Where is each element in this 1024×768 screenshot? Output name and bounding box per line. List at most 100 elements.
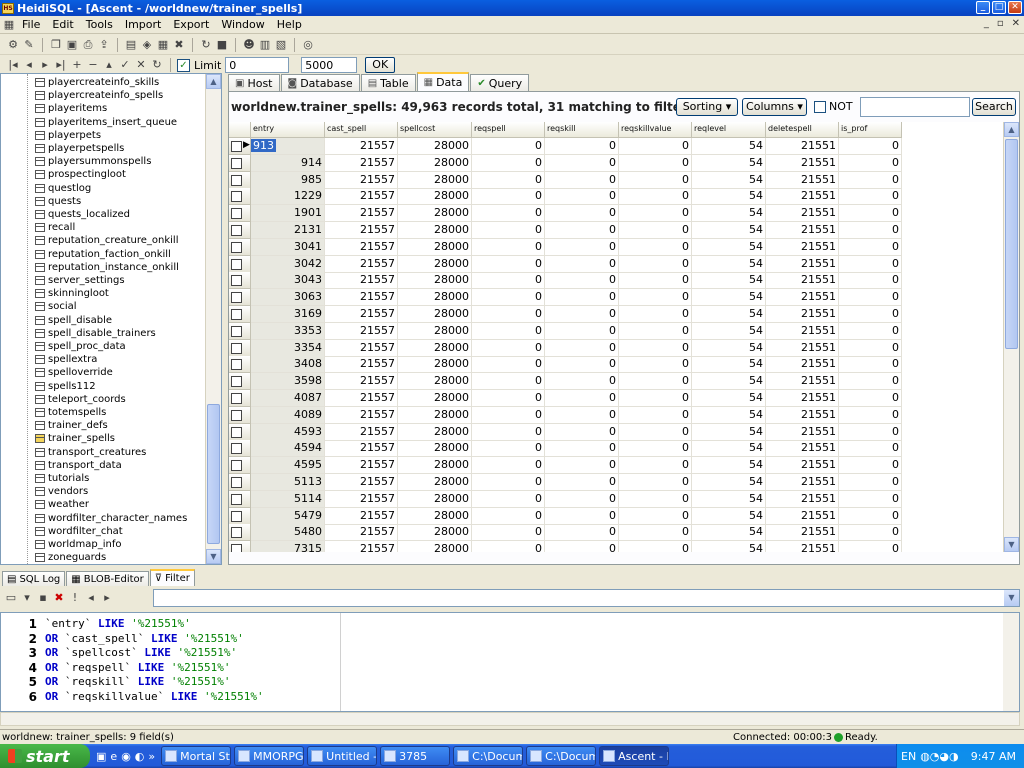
grid-cell[interactable]: 0: [619, 222, 692, 239]
grid-cell[interactable]: 0: [545, 373, 619, 391]
row-checkbox[interactable]: [231, 191, 242, 203]
grid-cell[interactable]: 21551: [766, 356, 839, 374]
tree-item[interactable]: playeritems: [35, 102, 107, 115]
grid-cell[interactable]: 0: [619, 406, 692, 424]
column-header[interactable]: cast_spell: [325, 122, 398, 138]
row-indicator[interactable]: [229, 289, 251, 307]
copy-icon[interactable]: ❐: [49, 38, 63, 52]
grid-cell[interactable]: 54: [692, 390, 766, 407]
grid-cell[interactable]: 54: [692, 440, 766, 458]
grid-cell[interactable]: 21557: [325, 205, 398, 223]
grid-cell[interactable]: 21557: [325, 306, 398, 323]
grid-cell[interactable]: 28000: [398, 322, 472, 340]
grid-cell[interactable]: 0: [545, 322, 619, 340]
grid-cell[interactable]: 21557: [325, 356, 398, 374]
grid-cell[interactable]: 21551: [766, 154, 839, 172]
taskbar-task[interactable]: Untitled - N...: [307, 746, 378, 766]
grid-cell[interactable]: 7315: [251, 541, 325, 552]
limit-start-input[interactable]: [225, 57, 290, 73]
grid-cell[interactable]: 0: [619, 524, 692, 542]
grid-cell[interactable]: 28000: [398, 423, 472, 441]
editor-vertical-scrollbar[interactable]: [1003, 613, 1019, 711]
grid-cell[interactable]: 0: [472, 205, 545, 223]
scroll-up-icon[interactable]: ▲: [206, 74, 221, 89]
grid-cell[interactable]: 54: [692, 188, 766, 206]
grid-cell[interactable]: 0: [472, 255, 545, 273]
grid-cell[interactable]: 21557: [325, 406, 398, 424]
tree-item[interactable]: spelloverride: [35, 366, 113, 379]
grid-cell[interactable]: 21557: [325, 457, 398, 475]
taskbar-task[interactable]: 3785: [380, 746, 451, 766]
history-forward-icon[interactable]: ▸: [100, 591, 114, 605]
grid-cell[interactable]: 28000: [398, 188, 472, 206]
data-grid[interactable]: entry cast_spell spellcost reqspell reqskill…: [229, 122, 1004, 552]
row-checkbox[interactable]: [231, 225, 242, 236]
grid-cell[interactable]: 0: [472, 457, 545, 475]
grid-cell[interactable]: 28000: [398, 238, 472, 256]
row-indicator[interactable]: [229, 272, 251, 290]
grid-cell[interactable]: 3354: [251, 339, 325, 357]
grid-cell[interactable]: 54: [692, 322, 766, 340]
grid-cell[interactable]: 21551: [766, 322, 839, 340]
grid-cell[interactable]: 28000: [398, 457, 472, 475]
row-indicator[interactable]: [229, 390, 251, 407]
grid-cell[interactable]: 0: [619, 541, 692, 552]
grid-cell[interactable]: 0: [472, 356, 545, 374]
grid-cell[interactable]: 54: [692, 272, 766, 290]
grid-cell[interactable]: 0: [472, 171, 545, 189]
paste-icon[interactable]: ▣: [65, 38, 79, 52]
maintenance-icon[interactable]: ▧: [274, 38, 288, 52]
grid-cell[interactable]: 0: [839, 154, 902, 172]
grid-cell[interactable]: 21551: [766, 289, 839, 307]
grid-cell[interactable]: 4087: [251, 390, 325, 407]
grid-cell[interactable]: 0: [619, 490, 692, 508]
search-input[interactable]: [860, 97, 970, 117]
grid-cell[interactable]: 5480: [251, 524, 325, 542]
column-header[interactable]: spellcost: [398, 122, 472, 138]
grid-cell[interactable]: 0: [619, 390, 692, 407]
grid-cell[interactable]: 0: [839, 322, 902, 340]
grid-cell[interactable]: 28000: [398, 541, 472, 552]
tree-item[interactable]: quests_localized: [35, 208, 130, 221]
grid-cell[interactable]: 21557: [325, 188, 398, 206]
grid-cell[interactable]: 21551: [766, 507, 839, 525]
first-record-icon[interactable]: |◂: [6, 58, 20, 72]
grid-cell[interactable]: 0: [619, 356, 692, 374]
delete-record-icon[interactable]: −: [86, 58, 100, 72]
grid-cell[interactable]: 0: [839, 406, 902, 424]
grid-cell[interactable]: 0: [619, 440, 692, 458]
grid-cell[interactable]: 0: [619, 457, 692, 475]
grid-cell[interactable]: 0: [545, 222, 619, 239]
grid-cell[interactable]: 21551: [766, 390, 839, 407]
row-indicator[interactable]: [229, 222, 251, 239]
column-header[interactable]: reqlevel: [692, 122, 766, 138]
save-icon[interactable]: ▪: [36, 591, 50, 605]
tree-item[interactable]: spells112: [35, 380, 96, 393]
row-checkbox[interactable]: [231, 275, 242, 287]
grid-cell[interactable]: 21557: [325, 238, 398, 256]
grid-cell[interactable]: 0: [472, 306, 545, 323]
tab-blob-editor[interactable]: ▦ BLOB-Editor: [66, 571, 149, 586]
grid-cell[interactable]: 0: [472, 440, 545, 458]
new-filter-icon[interactable]: ▭: [4, 591, 18, 605]
grid-cell[interactable]: 28000: [398, 222, 472, 239]
tree-item[interactable]: weather: [35, 498, 89, 511]
grid-cell[interactable]: 0: [472, 373, 545, 391]
grid-cell[interactable]: 0: [545, 154, 619, 172]
tree-item[interactable]: playeritems_insert_queue: [35, 116, 177, 129]
grid-cell[interactable]: 21557: [325, 154, 398, 172]
export-icon[interactable]: ⇪: [97, 38, 111, 52]
app-menu-icon[interactable]: ▦: [2, 18, 16, 32]
tree-item[interactable]: teleport_coords: [35, 393, 126, 406]
row-checkbox[interactable]: [231, 393, 242, 404]
grid-cell[interactable]: 0: [472, 238, 545, 256]
row-checkbox[interactable]: [231, 477, 242, 488]
grid-cell[interactable]: 3169: [251, 306, 325, 323]
tab-data[interactable]: ▦ Data: [416, 72, 470, 91]
grid-cell[interactable]: 0: [619, 272, 692, 290]
grid-cell[interactable]: 21551: [766, 238, 839, 256]
grid-cell[interactable]: 0: [839, 373, 902, 391]
tree-item[interactable]: quests: [35, 195, 81, 208]
grid-cell[interactable]: 21551: [766, 457, 839, 475]
tree-item[interactable]: playercreateinfo_spells: [35, 89, 163, 102]
